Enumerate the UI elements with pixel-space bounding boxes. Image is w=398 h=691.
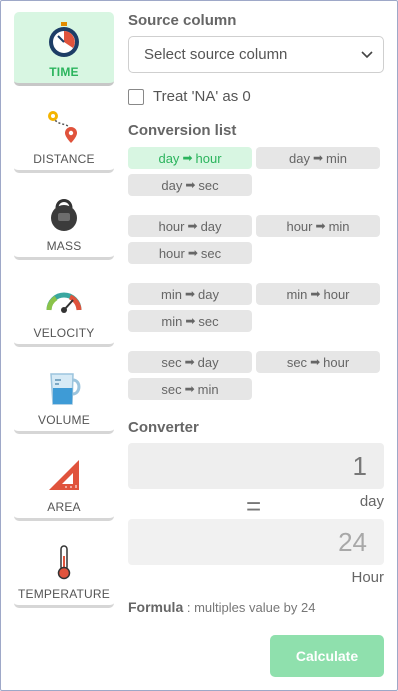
sidebar-item-label: VELOCITY bbox=[33, 326, 95, 340]
measuring-cup-icon bbox=[44, 368, 84, 408]
conversion-from: sec bbox=[161, 354, 182, 370]
conversion-from: day bbox=[289, 150, 310, 166]
arrow-right-icon: ➡ bbox=[315, 219, 326, 233]
converter-title: Converter bbox=[128, 419, 199, 436]
source-column-select[interactable]: Select source column bbox=[128, 36, 384, 73]
arrow-right-icon: ➡ bbox=[187, 219, 198, 233]
conversion-to: min bbox=[328, 218, 350, 234]
speedometer-icon bbox=[44, 281, 84, 321]
calculate-button[interactable]: Calculate bbox=[270, 635, 384, 677]
sidebar-item-label: AREA bbox=[47, 500, 81, 514]
conversion-to: hour bbox=[323, 354, 350, 370]
conversion-chip-sec-to-min[interactable]: sec ➡ min bbox=[128, 378, 252, 400]
formula-label: Formula bbox=[128, 599, 184, 615]
conversion-chip-min-to-sec[interactable]: min ➡ sec bbox=[128, 310, 252, 332]
conversion-chip-day-to-sec[interactable]: day ➡ sec bbox=[128, 174, 252, 196]
converter-input[interactable]: 1 bbox=[128, 443, 384, 489]
conversion-chip-day-to-hour[interactable]: day ➡ hour bbox=[128, 147, 252, 169]
conversion-to: min bbox=[326, 150, 347, 166]
conversion-to: hour bbox=[323, 286, 350, 302]
source-column-placeholder: Select source column bbox=[144, 46, 288, 63]
conversion-group: sec ➡ day sec ➡ hour sec ➡ min bbox=[128, 351, 384, 400]
conversion-group: hour ➡ day hour ➡ min hour ➡ sec bbox=[128, 215, 384, 264]
conversion-to: day bbox=[200, 218, 222, 234]
converter-output: 24 bbox=[128, 519, 384, 565]
sidebar-item-volume[interactable]: VOLUME bbox=[14, 360, 114, 434]
arrow-right-icon: ➡ bbox=[185, 178, 196, 192]
conversion-chip-day-to-min[interactable]: day ➡ min bbox=[256, 147, 380, 169]
conversion-chip-min-to-hour[interactable]: min ➡ hour bbox=[256, 283, 380, 305]
conversion-to: day bbox=[198, 286, 219, 302]
conversion-group: day ➡ hour day ➡ min day ➡ sec bbox=[128, 147, 384, 196]
sidebar-item-label: MASS bbox=[46, 239, 82, 253]
conversion-chip-min-to-day[interactable]: min ➡ day bbox=[128, 283, 252, 305]
main-panel: Source column Select source column Treat… bbox=[128, 12, 384, 615]
conversion-to: min bbox=[197, 381, 219, 397]
conversion-from: hour bbox=[286, 218, 313, 234]
conversion-from: hour bbox=[158, 245, 185, 261]
conversion-chip-hour-to-day[interactable]: hour ➡ day bbox=[128, 215, 252, 237]
conversion-to: sec bbox=[198, 313, 219, 329]
sidebar-item-label: DISTANCE bbox=[33, 152, 95, 166]
category-sidebar: TIME DISTANCE MASS VELOCITY VOLUME AREA … bbox=[14, 12, 114, 621]
kettlebell-icon bbox=[44, 194, 84, 234]
formula-description: : multiples value by 24 bbox=[183, 600, 316, 615]
chevron-down-icon bbox=[361, 46, 373, 63]
conversion-chip-hour-to-min[interactable]: hour ➡ min bbox=[256, 215, 380, 237]
treat-na-row: Treat 'NA' as 0 bbox=[128, 88, 384, 105]
conversion-to: sec bbox=[200, 245, 222, 261]
stopwatch-icon bbox=[44, 20, 84, 60]
conversion-group: min ➡ day min ➡ hour min ➡ sec bbox=[128, 283, 384, 332]
conversion-to: hour bbox=[195, 150, 222, 166]
treat-na-checkbox[interactable] bbox=[128, 88, 144, 105]
conversion-to: sec bbox=[198, 177, 219, 193]
source-column-title: Source column bbox=[128, 12, 237, 29]
formula-text: Formula : multiples value by 24 bbox=[128, 599, 384, 615]
conversion-from: min bbox=[161, 286, 182, 302]
route-pin-icon bbox=[44, 107, 84, 147]
conversion-from: sec bbox=[161, 381, 182, 397]
arrow-right-icon: ➡ bbox=[310, 355, 321, 369]
arrow-right-icon: ➡ bbox=[185, 314, 196, 328]
conversion-to: day bbox=[197, 354, 219, 370]
sidebar-item-velocity[interactable]: VELOCITY bbox=[14, 273, 114, 347]
conversion-from: day bbox=[158, 150, 180, 166]
conversion-from: hour bbox=[158, 218, 185, 234]
sidebar-item-time[interactable]: TIME bbox=[14, 12, 114, 86]
arrow-right-icon: ➡ bbox=[182, 151, 193, 165]
conversion-chip-sec-to-day[interactable]: sec ➡ day bbox=[128, 351, 252, 373]
arrow-right-icon: ➡ bbox=[184, 355, 195, 369]
conversion-from: min bbox=[286, 286, 308, 302]
conversion-list: day ➡ hour day ➡ min day ➡ sec hour ➡ day hour ➡ min ho… bbox=[128, 147, 384, 400]
sidebar-item-mass[interactable]: MASS bbox=[14, 186, 114, 260]
arrow-right-icon: ➡ bbox=[310, 287, 321, 301]
sidebar-item-area[interactable]: AREA bbox=[14, 447, 114, 521]
arrow-right-icon: ➡ bbox=[184, 287, 196, 301]
sidebar-item-label: TIME bbox=[49, 65, 79, 79]
sidebar-item-distance[interactable]: DISTANCE bbox=[14, 99, 114, 173]
conversion-from: day bbox=[161, 177, 183, 193]
set-square-icon bbox=[44, 455, 84, 495]
conversion-chip-sec-to-hour[interactable]: sec ➡ hour bbox=[256, 351, 380, 373]
arrow-right-icon: ➡ bbox=[184, 382, 195, 396]
sidebar-item-label: TEMPERATURE bbox=[18, 587, 110, 601]
arrow-right-icon: ➡ bbox=[312, 151, 324, 165]
converter-output-unit: Hour bbox=[351, 569, 384, 586]
treat-na-label: Treat 'NA' as 0 bbox=[153, 88, 251, 105]
equals-sign: = bbox=[246, 491, 262, 521]
conversion-from: min bbox=[161, 313, 183, 329]
sidebar-item-label: VOLUME bbox=[38, 413, 90, 427]
conversion-chip-hour-to-sec[interactable]: hour ➡ sec bbox=[128, 242, 252, 264]
conversion-list-title: Conversion list bbox=[128, 122, 237, 139]
sidebar-item-temperature[interactable]: TEMPERATURE bbox=[14, 534, 114, 608]
conversion-from: sec bbox=[286, 354, 308, 370]
thermometer-icon bbox=[44, 542, 84, 582]
arrow-right-icon: ➡ bbox=[187, 246, 198, 260]
